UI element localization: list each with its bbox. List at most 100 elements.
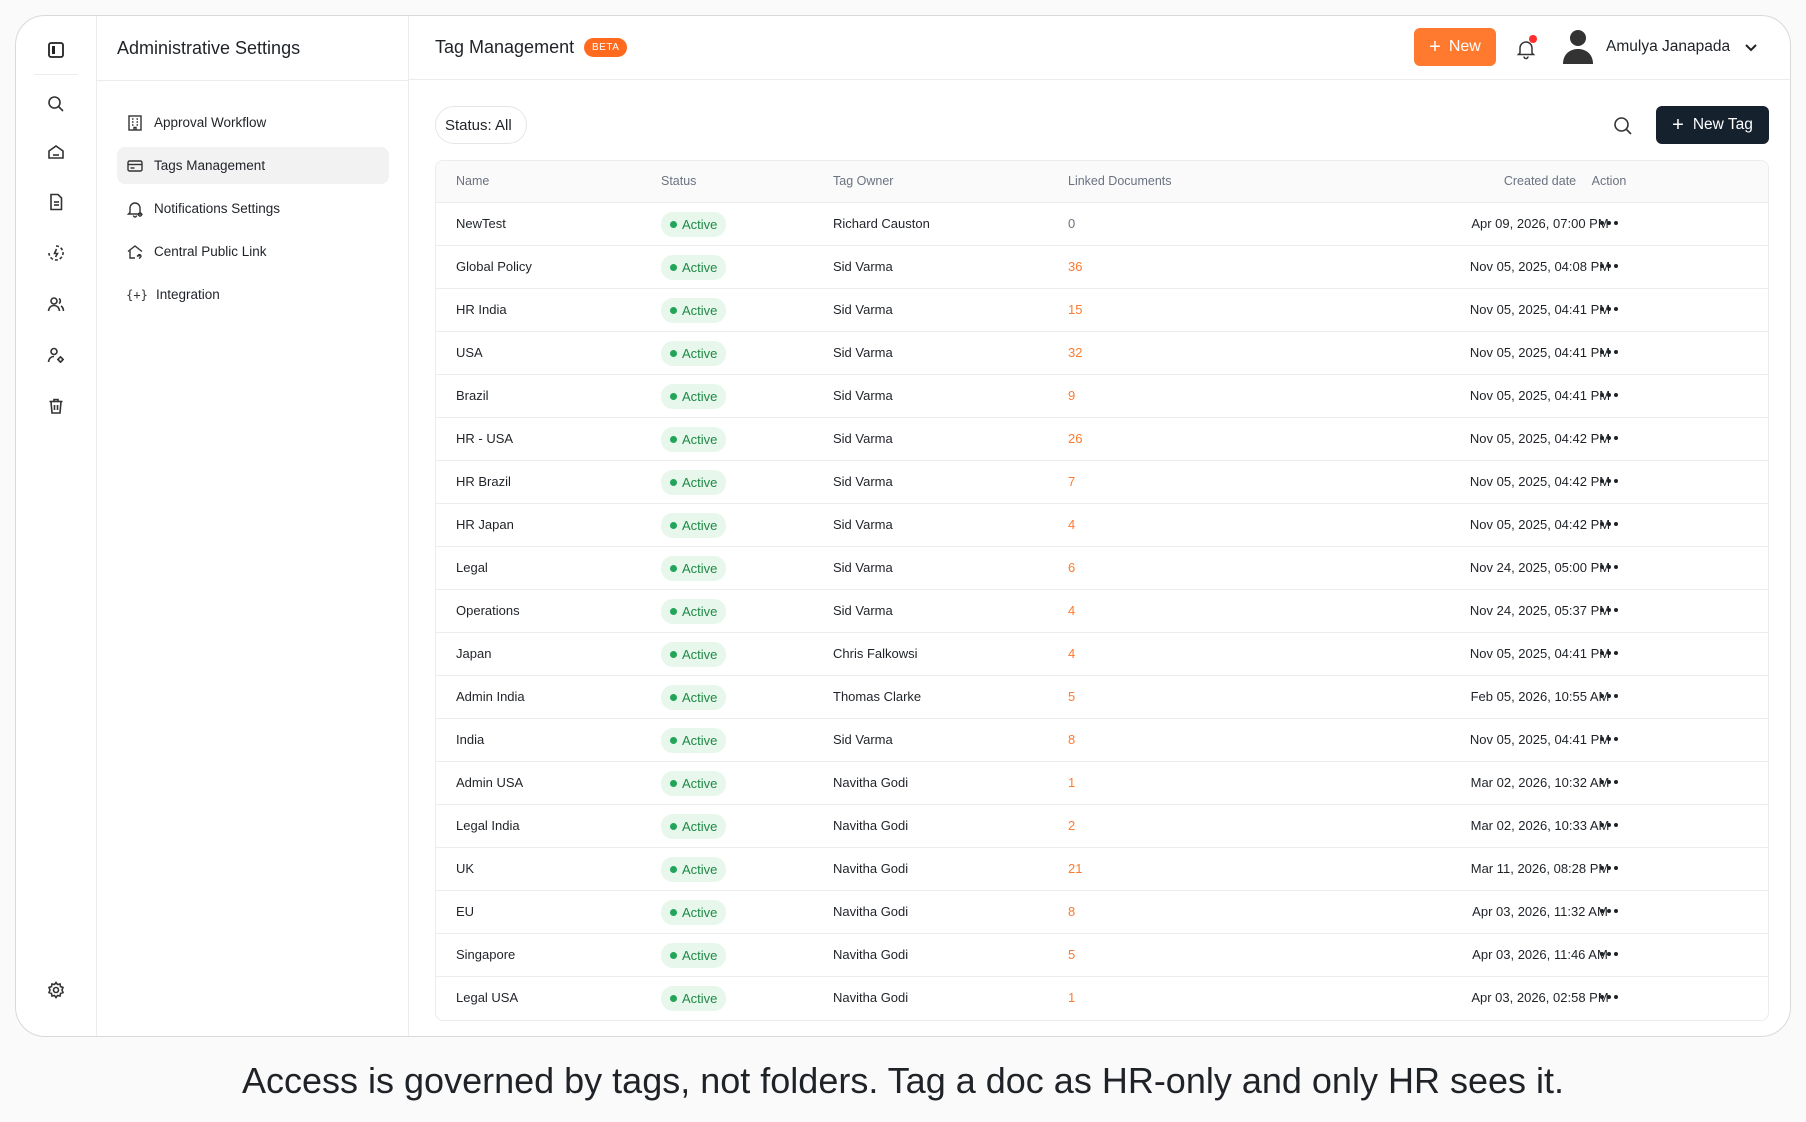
- user-settings-icon[interactable]: [40, 339, 72, 371]
- linked-documents-count[interactable]: 36: [1068, 259, 1082, 274]
- rail-divider: [34, 74, 78, 75]
- more-actions-icon[interactable]: [1594, 428, 1624, 448]
- sidebar-item-notifications-settings[interactable]: Notifications Settings: [117, 190, 389, 227]
- linked-documents-count[interactable]: 4: [1068, 517, 1075, 532]
- tag-owner: Sid Varma: [833, 259, 893, 274]
- sidebar-item-approval-workflow[interactable]: Approval Workflow: [117, 104, 389, 141]
- created-date: Nov 24, 2025, 05:37 PM: [1469, 603, 1611, 618]
- more-actions-icon[interactable]: [1594, 299, 1624, 319]
- linked-documents-count[interactable]: 9: [1068, 388, 1075, 403]
- table-row[interactable]: HR Brazil Active Sid Varma 7 Nov 05, 2025, 0…: [436, 461, 1768, 504]
- tag-owner: Sid Varma: [833, 388, 893, 403]
- table-row[interactable]: HR - USA Active Sid Varma 26 Nov 05, 2025, 0…: [436, 418, 1768, 461]
- bell-settings-icon: [126, 200, 144, 218]
- status-badge: Active: [661, 685, 727, 710]
- more-actions-icon[interactable]: [1594, 729, 1624, 749]
- more-actions-icon[interactable]: [1594, 858, 1624, 878]
- table-row[interactable]: Admin India Active Thomas Clarke 5 Feb 05, 2…: [436, 676, 1768, 719]
- linked-documents-count[interactable]: 15: [1068, 302, 1082, 317]
- linked-documents-count[interactable]: 1: [1068, 775, 1075, 790]
- more-actions-icon[interactable]: [1594, 772, 1624, 792]
- more-actions-icon[interactable]: [1594, 987, 1624, 1007]
- table-row[interactable]: Legal USA Active Navitha Godi 1 Apr 03, 2026…: [436, 977, 1768, 1020]
- search-icon[interactable]: [40, 88, 72, 120]
- linked-documents-count[interactable]: 0: [1068, 216, 1075, 231]
- status-dot: [670, 436, 677, 443]
- table-row[interactable]: USA Active Sid Varma 32 Nov 05, 2025, 04:41 …: [436, 332, 1768, 375]
- status-text: Active: [682, 905, 718, 920]
- tag-owner: Richard Causton: [833, 216, 930, 231]
- linked-documents-count[interactable]: 32: [1068, 345, 1082, 360]
- column-header-linked-documents[interactable]: Linked Documents: [1068, 174, 1172, 188]
- linked-documents-count[interactable]: 8: [1068, 904, 1075, 919]
- more-actions-icon[interactable]: [1594, 342, 1624, 362]
- more-actions-icon[interactable]: [1594, 686, 1624, 706]
- linked-documents-count[interactable]: 8: [1068, 732, 1075, 747]
- sidebar-item-central-public-link[interactable]: Central Public Link: [117, 233, 389, 270]
- table-row[interactable]: Japan Active Chris Falkowsi 4 Nov 05, 2025, …: [436, 633, 1768, 676]
- more-actions-icon[interactable]: [1594, 213, 1624, 233]
- document-icon[interactable]: [40, 186, 72, 218]
- linked-documents-count[interactable]: 6: [1068, 560, 1075, 575]
- table-row[interactable]: Global Policy Active Sid Varma 36 Nov 05, 20…: [436, 246, 1768, 289]
- more-actions-icon[interactable]: [1594, 385, 1624, 405]
- tag-owner: Navitha Godi: [833, 904, 909, 919]
- notification-bell-icon[interactable]: [1515, 35, 1537, 60]
- tag-name: Admin USA: [456, 775, 524, 790]
- table-row[interactable]: Brazil Active Sid Varma 9 Nov 05, 2025, 04:4…: [436, 375, 1768, 418]
- column-header-name[interactable]: Name: [456, 174, 489, 188]
- table-row[interactable]: UK Active Navitha Godi 21 Mar 11, 2026, 08:2…: [436, 848, 1768, 891]
- sidebar-toggle-icon[interactable]: [40, 34, 72, 66]
- chevron-down-icon[interactable]: [1742, 38, 1760, 56]
- users-icon[interactable]: [40, 288, 72, 320]
- table-row[interactable]: Operations Active Sid Varma 4 Nov 24, 2025, …: [436, 590, 1768, 633]
- activity-icon[interactable]: [40, 237, 72, 269]
- table-row[interactable]: Legal Active Sid Varma 6 Nov 24, 2025, 05:00…: [436, 547, 1768, 590]
- table-row[interactable]: Singapore Active Navitha Godi 5 Apr 03, 2026…: [436, 934, 1768, 977]
- status-filter[interactable]: Status: All: [435, 106, 527, 144]
- more-actions-icon[interactable]: [1594, 557, 1624, 577]
- status-dot: [670, 479, 677, 486]
- table-row[interactable]: EU Active Navitha Godi 8 Apr 03, 2026, 11:32…: [436, 891, 1768, 934]
- user-name[interactable]: Amulya Janapada: [1606, 38, 1730, 56]
- table-row[interactable]: Legal India Active Navitha Godi 2 Mar 02, 20…: [436, 805, 1768, 848]
- column-header-tag-owner[interactable]: Tag Owner: [833, 174, 893, 188]
- gear-icon[interactable]: [40, 974, 72, 1006]
- linked-documents-count[interactable]: 5: [1068, 947, 1075, 962]
- linked-documents-count[interactable]: 21: [1068, 861, 1082, 876]
- linked-documents-count[interactable]: 2: [1068, 818, 1075, 833]
- column-header-status[interactable]: Status: [661, 174, 696, 188]
- more-actions-icon[interactable]: [1594, 944, 1624, 964]
- avatar[interactable]: [1559, 26, 1597, 66]
- linked-documents-count[interactable]: 4: [1068, 603, 1075, 618]
- sidebar-item-integration[interactable]: {+} Integration: [117, 276, 389, 313]
- linked-documents-count[interactable]: 5: [1068, 689, 1075, 704]
- linked-documents-count[interactable]: 26: [1068, 431, 1082, 446]
- linked-documents-count[interactable]: 4: [1068, 646, 1075, 661]
- more-actions-icon[interactable]: [1594, 600, 1624, 620]
- table-row[interactable]: Admin USA Active Navitha Godi 1 Mar 02, 2026…: [436, 762, 1768, 805]
- table-row[interactable]: India Active Sid Varma 8 Nov 05, 2025, 04:41…: [436, 719, 1768, 762]
- more-actions-icon[interactable]: [1594, 815, 1624, 835]
- search-icon[interactable]: [1612, 115, 1634, 137]
- trash-icon[interactable]: [40, 390, 72, 422]
- table-row[interactable]: HR India Active Sid Varma 15 Nov 05, 2025, 0…: [436, 289, 1768, 332]
- new-button[interactable]: + New: [1414, 28, 1496, 66]
- app-window: Administrative Settings Approval Workflo…: [15, 15, 1791, 1037]
- more-actions-icon[interactable]: [1594, 514, 1624, 534]
- linked-documents-count[interactable]: 1: [1068, 990, 1075, 1005]
- home-icon[interactable]: [40, 136, 72, 168]
- table-row[interactable]: NewTest Active Richard Causton 0 Apr 09, 202…: [436, 203, 1768, 246]
- more-actions-icon[interactable]: [1594, 256, 1624, 276]
- tag-name: Legal USA: [456, 990, 519, 1005]
- tags-table: Name Status Tag Owner Linked Documents C…: [435, 160, 1769, 1021]
- new-tag-button[interactable]: + New Tag: [1656, 106, 1769, 144]
- sidebar-item-tags-management[interactable]: Tags Management: [117, 147, 389, 184]
- more-actions-icon[interactable]: [1594, 471, 1624, 491]
- table-header: Name Status Tag Owner Linked Documents C…: [436, 161, 1768, 203]
- more-actions-icon[interactable]: [1594, 901, 1624, 921]
- more-actions-icon[interactable]: [1594, 643, 1624, 663]
- top-bar: Tag Management BETA + New Amulya Janapad…: [409, 16, 1790, 80]
- linked-documents-count[interactable]: 7: [1068, 474, 1075, 489]
- table-row[interactable]: HR Japan Active Sid Varma 4 Nov 05, 2025, 04…: [436, 504, 1768, 547]
